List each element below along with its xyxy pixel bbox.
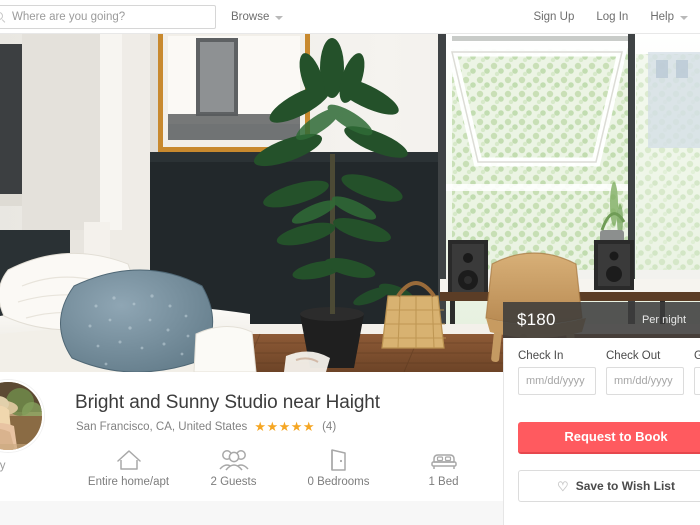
page-bottom-strip [0, 501, 503, 525]
nav-right-group: Sign Up Log In Help [533, 0, 688, 34]
price-overlay-bar: $180 Per night [503, 302, 700, 338]
amenity-label: 2 Guests [210, 476, 257, 488]
guests-input[interactable] [694, 367, 700, 395]
amenity-label: 1 Bed [428, 476, 459, 488]
top-navigation-bar: Browse Sign Up Log In Help [0, 0, 700, 34]
amenity-label: Entire home/apt [87, 476, 170, 488]
amenity-bedrooms: 0 Bedrooms [286, 446, 391, 488]
price-unit-label: Per night [641, 314, 686, 326]
bed-icon [429, 446, 459, 472]
door-icon [328, 446, 350, 472]
heart-icon: ♡ [557, 478, 569, 494]
amenity-beds: 1 Bed [391, 446, 496, 488]
help-menu[interactable]: Help [650, 11, 688, 23]
amenity-guests: 2 Guests [181, 446, 286, 488]
rating-stars: ★★★★★ [254, 419, 316, 434]
browse-label: Browse [231, 11, 270, 23]
chevron-down-icon [275, 16, 284, 20]
guests-icon [218, 446, 249, 472]
listing-location: San Francisco, CA, United States [76, 420, 248, 433]
check-in-label: Check In [518, 350, 564, 362]
amenity-property-type: Entire home/apt [76, 446, 181, 488]
search-box[interactable] [0, 5, 216, 29]
page-title: Bright and Sunny Studio near Haight [75, 392, 380, 413]
host-name: cy [0, 460, 6, 472]
wish-list-label: Save to Wish List [575, 479, 675, 493]
price-amount: $180 [517, 310, 556, 329]
host-avatar-photo [0, 382, 42, 450]
browse-menu[interactable]: Browse [231, 0, 284, 34]
help-label: Help [650, 11, 674, 23]
save-to-wish-list-button[interactable]: ♡ Save to Wish List [518, 470, 700, 502]
amenity-label: 0 Bedrooms [307, 476, 370, 488]
search-input[interactable] [12, 11, 197, 23]
listing-subtitle: San Francisco, CA, United States ★★★★★ (… [76, 420, 336, 433]
check-out-field-group: Check Out [606, 350, 684, 395]
review-count: (4) [322, 420, 337, 433]
check-in-field-group: Check In [518, 350, 596, 395]
guests-label: Guests [694, 350, 700, 362]
booking-fields: Check In Check Out Guests [518, 350, 700, 395]
booking-panel: Check In Check Out Guests Request to Boo… [503, 338, 700, 525]
sign-up-link[interactable]: Sign Up [533, 11, 574, 23]
search-icon [0, 11, 6, 23]
check-out-label: Check Out [606, 350, 661, 362]
listing-summary: cy Bright and Sunny Studio near Haight S… [0, 372, 503, 500]
host-avatar[interactable] [0, 380, 44, 452]
chevron-down-icon [680, 16, 688, 20]
amenities-row: Entire home/apt 2 Guests 0 Bedrooms 1 Be… [76, 446, 496, 498]
listing-page: Browse Sign Up Log In Help [0, 0, 700, 525]
log-in-link[interactable]: Log In [596, 11, 628, 23]
check-out-input[interactable] [606, 367, 684, 395]
guests-field-group: Guests [694, 350, 700, 395]
check-in-input[interactable] [518, 367, 596, 395]
request-to-book-button[interactable]: Request to Book [518, 422, 700, 454]
house-icon [116, 446, 142, 472]
